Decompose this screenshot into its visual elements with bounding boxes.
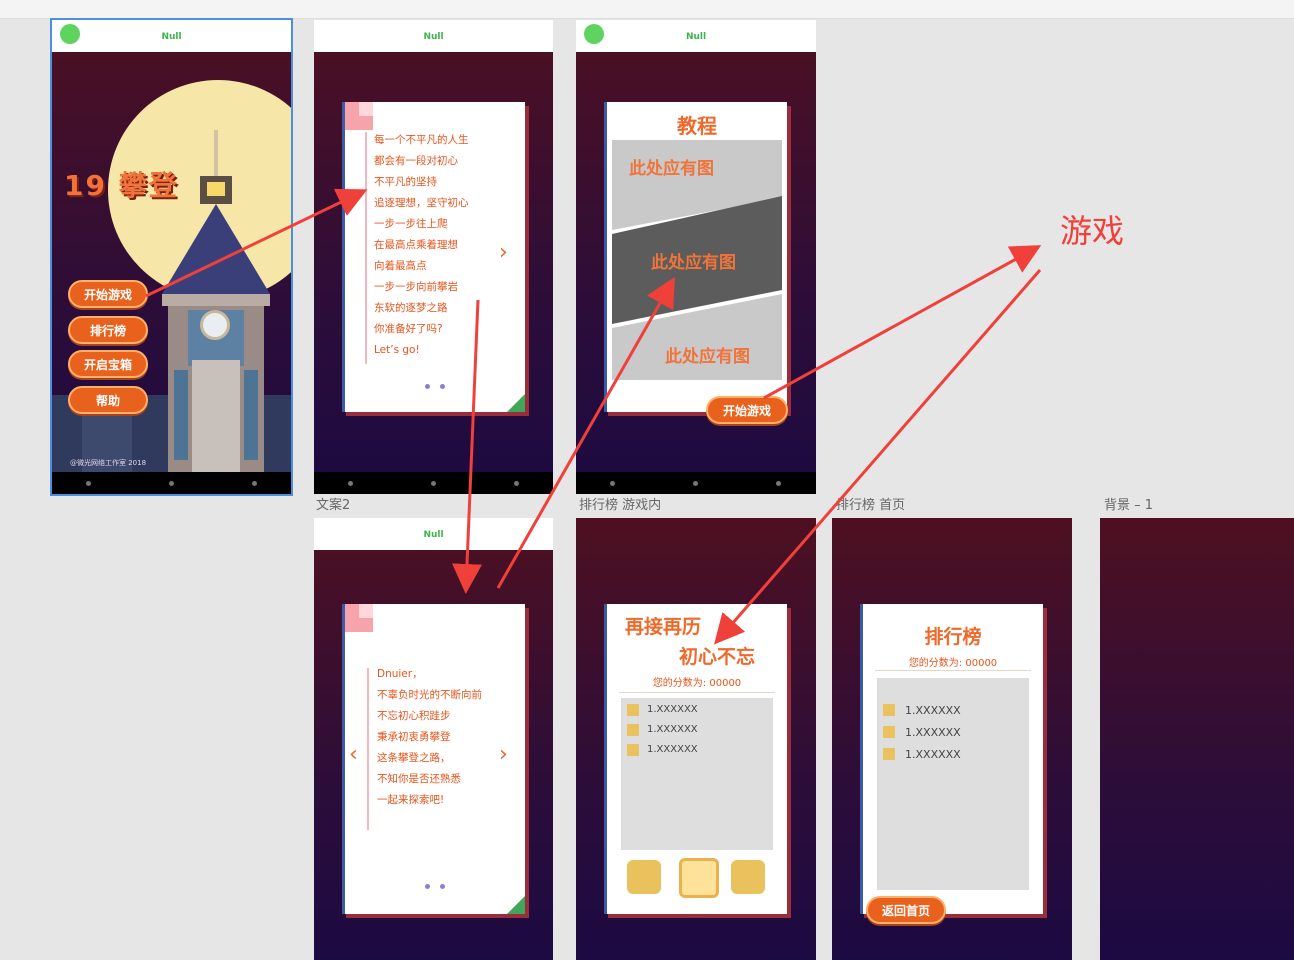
annotation-arrows bbox=[145, 188, 1042, 645]
arrow-copy2-to-tutorial bbox=[496, 276, 675, 589]
arrow-copy1-to-copy2 bbox=[452, 299, 482, 594]
arrow-game-to-rank bbox=[714, 269, 1042, 645]
arrow-start-to-copy1 bbox=[145, 188, 368, 298]
